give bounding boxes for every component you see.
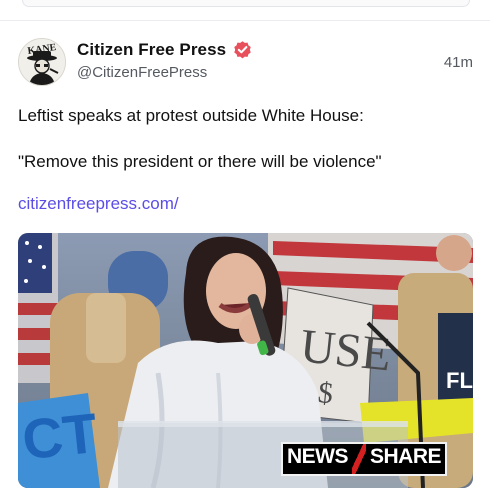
background-sign-text: USE [298, 319, 394, 381]
verified-badge-icon [232, 39, 253, 60]
post-text-line: "Remove this president or there will be … [18, 152, 382, 171]
post-text-line: Leftist speaks at protest outside White … [18, 106, 364, 125]
avatar[interactable]: KANE [18, 38, 66, 86]
post-link[interactable]: citizenfreepress.com/ [18, 194, 179, 214]
author-display-name[interactable]: Citizen Free Press [77, 40, 226, 60]
post-media-video[interactable]: CT USE $ FL NEWS SHARE [18, 233, 473, 488]
background-sign-text: FL [446, 368, 473, 393]
post-card[interactable]: KANE Citizen Free Press @CitizenFreePres… [0, 21, 490, 500]
news2share-watermark: NEWS SHARE [280, 442, 447, 476]
post-timestamp[interactable]: 41m [444, 54, 473, 71]
post-header: KANE Citizen Free Press @CitizenFreePres… [18, 38, 473, 88]
previous-post-card-edge [22, 0, 470, 7]
watermark-left-text: NEWS [286, 445, 349, 468]
post-body: Leftist speaks at protest outside White … [18, 104, 473, 196]
author-name-row[interactable]: Citizen Free Press [77, 39, 253, 60]
svg-text:CT: CT [19, 401, 100, 471]
watermark-right-text: SHARE [369, 445, 442, 468]
author-handle[interactable]: @CitizenFreePress [77, 64, 207, 81]
watermark-slash-icon [351, 444, 366, 474]
